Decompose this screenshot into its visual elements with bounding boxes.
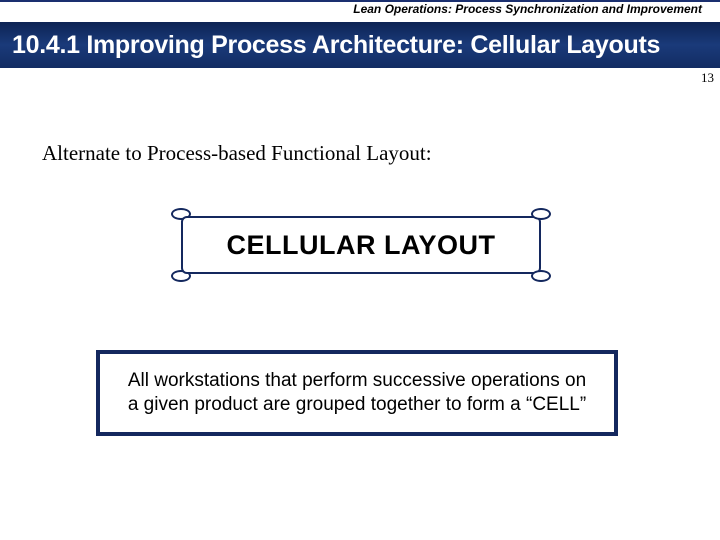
chapter-label: Lean Operations: Process Synchronization… <box>353 2 702 16</box>
intro-text: Alternate to Process-based Functional La… <box>42 141 432 166</box>
definition-box: All workstations that perform successive… <box>96 350 618 436</box>
scroll-callout: CELLULAR LAYOUT <box>171 212 551 278</box>
page-number: 13 <box>701 70 714 86</box>
scroll-body: CELLULAR LAYOUT <box>181 216 541 274</box>
scroll-label: CELLULAR LAYOUT <box>227 230 496 261</box>
title-bar: 10.4.1 Improving Process Architecture: C… <box>0 22 720 68</box>
slide-title: 10.4.1 Improving Process Architecture: C… <box>12 31 660 60</box>
scroll-curl-right <box>529 212 551 278</box>
definition-text: All workstations that perform successive… <box>120 369 594 417</box>
